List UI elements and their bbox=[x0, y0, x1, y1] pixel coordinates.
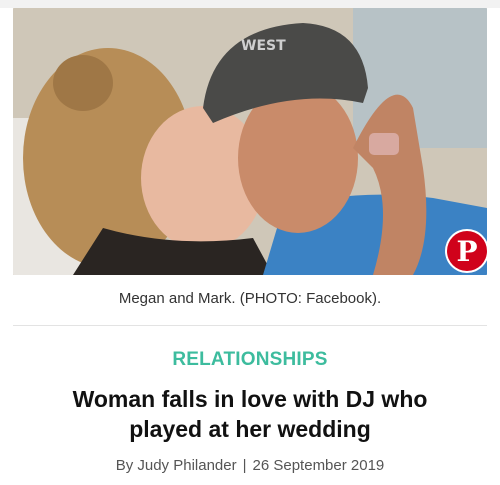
cap-text: WEST bbox=[241, 38, 286, 54]
category-link[interactable]: RELATIONSHIPS bbox=[0, 349, 500, 371]
byline-separator: | bbox=[242, 457, 247, 474]
photo-caption: Megan and Mark. (PHOTO: Facebook). bbox=[118, 290, 382, 307]
article-photo: WEST P bbox=[13, 8, 487, 275]
byline: By Judy Philander | 26 September 2019 bbox=[0, 457, 500, 474]
pinterest-icon: P bbox=[456, 234, 478, 268]
divider bbox=[13, 325, 487, 326]
pinterest-share-button[interactable]: P bbox=[447, 231, 487, 271]
author-link[interactable]: By Judy Philander bbox=[116, 457, 237, 474]
photo-illustration: WEST bbox=[13, 8, 487, 275]
article-headline: Woman falls in love with DJ who played a… bbox=[72, 386, 428, 442]
publish-date: 26 September 2019 bbox=[252, 457, 385, 474]
top-bar bbox=[0, 0, 500, 8]
